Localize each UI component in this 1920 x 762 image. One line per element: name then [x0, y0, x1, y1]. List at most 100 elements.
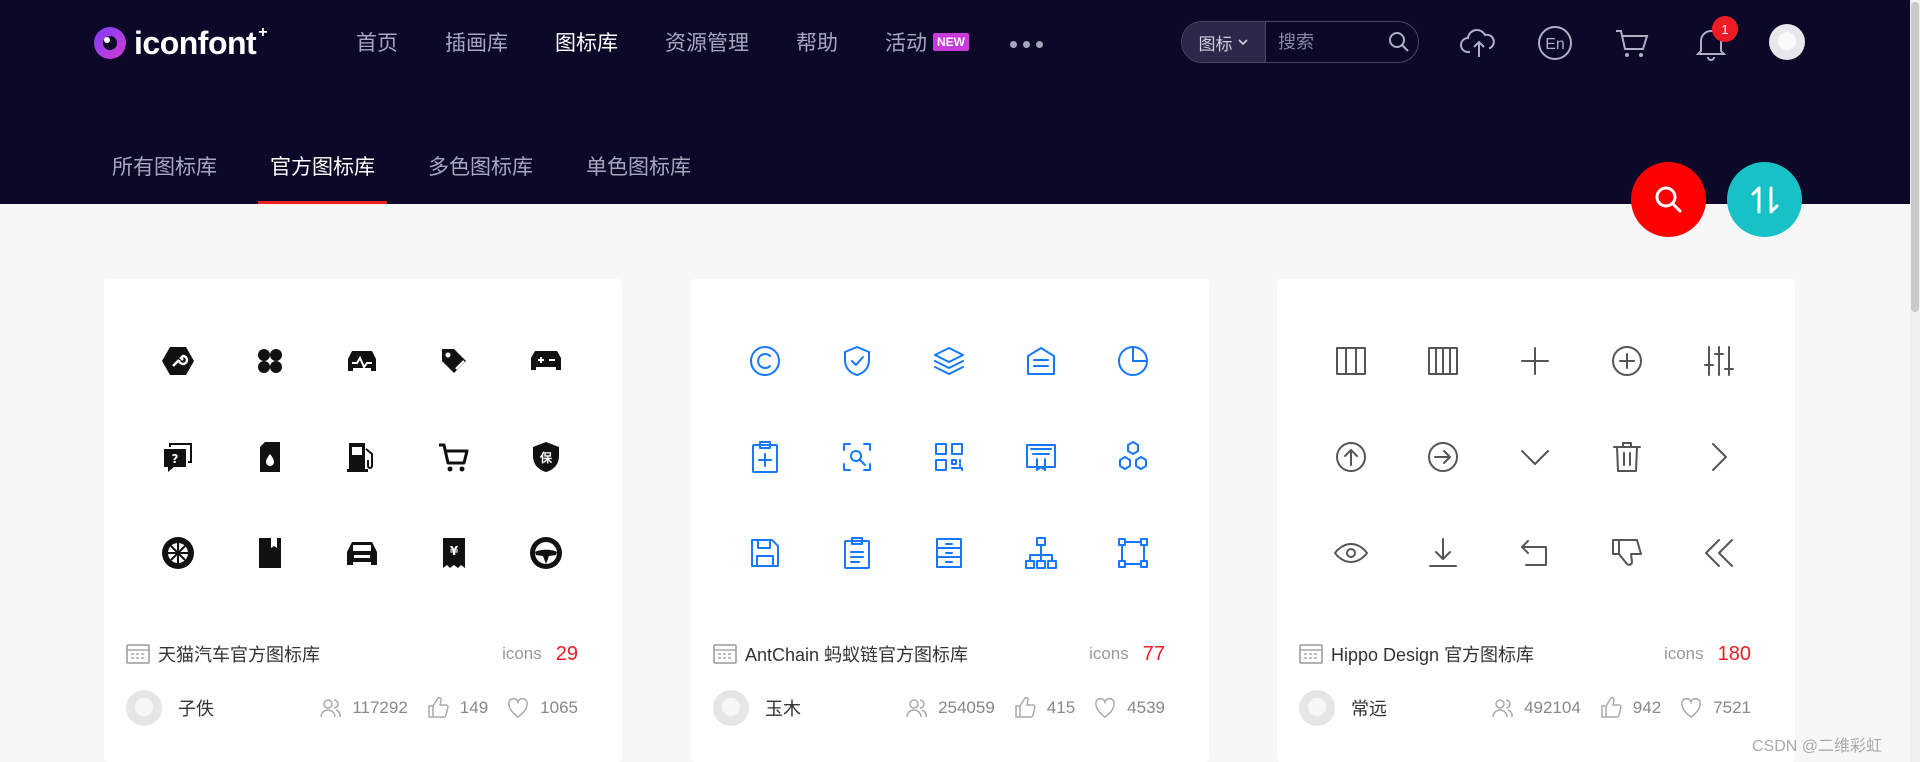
- tab-all-libraries[interactable]: 所有图标库: [112, 151, 217, 204]
- library-card[interactable]: ? 保 ¥ 天猫汽车官方图标库 icons 29 子佚 117292 149 106…: [104, 279, 622, 762]
- author-avatar[interactable]: [1299, 690, 1335, 726]
- nav-item-help[interactable]: 帮助: [796, 27, 838, 57]
- author-name[interactable]: 常远: [1351, 695, 1387, 721]
- upload-button[interactable]: [1458, 22, 1500, 64]
- brand-name: iconfont: [134, 24, 257, 61]
- icon-preview-cell[interactable]: [1489, 505, 1581, 601]
- icon-preview-cell[interactable]: [500, 505, 592, 601]
- plus-circle-icon: [1612, 346, 1642, 376]
- cart-button[interactable]: [1611, 22, 1653, 64]
- icon-preview-grid: [1305, 313, 1767, 601]
- icon-preview-cell[interactable]: [224, 505, 316, 601]
- icon-preview-cell[interactable]: [1397, 505, 1489, 601]
- library-tabs: 所有图标库 官方图标库 多色图标库 单色图标库: [112, 151, 744, 204]
- users-icon: [320, 699, 342, 718]
- author-name[interactable]: 子佚: [178, 695, 214, 721]
- icon-preview-cell[interactable]: [224, 313, 316, 409]
- icon-preview-cell[interactable]: [1489, 313, 1581, 409]
- author-name[interactable]: 玉木: [765, 695, 801, 721]
- icon-preview-cell[interactable]: [719, 409, 811, 505]
- favorites-stat[interactable]: 7521: [1679, 696, 1751, 720]
- icon-preview-cell[interactable]: [1087, 505, 1179, 601]
- icon-preview-cell[interactable]: [811, 505, 903, 601]
- nav-item-events[interactable]: 活动 NEW: [885, 27, 969, 57]
- icon-preview-cell[interactable]: [1673, 409, 1765, 505]
- likes-stat[interactable]: 149: [426, 696, 488, 720]
- chevrons-left-icon: [1705, 539, 1733, 567]
- library-title[interactable]: Hippo Design 官方图标库: [1331, 641, 1534, 667]
- hierarchy-icon: [1025, 537, 1057, 569]
- icon-preview-cell[interactable]: [1581, 313, 1673, 409]
- brand-logo[interactable]: iconfont +: [92, 24, 268, 62]
- likes-stat[interactable]: 942: [1599, 696, 1661, 720]
- icon-preview-cell[interactable]: ¥: [408, 505, 500, 601]
- icon-preview-cell[interactable]: [316, 505, 408, 601]
- icon-preview-cell[interactable]: [811, 409, 903, 505]
- icon-preview-cell[interactable]: [408, 313, 500, 409]
- icon-preview-cell[interactable]: [408, 409, 500, 505]
- library-card[interactable]: AntChain 蚂蚁链官方图标库 icons 77 玉木 254059 415…: [691, 279, 1209, 762]
- icon-preview-cell[interactable]: [1581, 505, 1673, 601]
- icon-preview-cell[interactable]: [719, 313, 811, 409]
- nav-item-icon-library[interactable]: 图标库: [555, 27, 618, 57]
- icon-preview-cell[interactable]: [719, 505, 811, 601]
- search-input[interactable]: [1266, 30, 1380, 54]
- icon-preview-cell[interactable]: [903, 313, 995, 409]
- likes-stat[interactable]: 415: [1013, 696, 1075, 720]
- icon-preview-cell[interactable]: ?: [132, 409, 224, 505]
- icon-preview-cell[interactable]: [1087, 313, 1179, 409]
- icon-preview-cell[interactable]: [1305, 409, 1397, 505]
- library-title[interactable]: 天猫汽车官方图标库: [158, 641, 320, 667]
- icon-preview-cell[interactable]: [132, 505, 224, 601]
- tab-monochrome-libraries[interactable]: 单色图标库: [586, 151, 691, 204]
- icons-label: icons: [1663, 644, 1704, 663]
- library-title[interactable]: AntChain 蚂蚁链官方图标库: [745, 641, 968, 667]
- views-stat: 117292: [318, 696, 408, 720]
- favorites-stat[interactable]: 1065: [506, 696, 578, 720]
- author-avatar[interactable]: [126, 690, 162, 726]
- tab-official-libraries[interactable]: 官方图标库: [258, 151, 387, 204]
- search-button[interactable]: [1380, 30, 1418, 54]
- icon-preview-cell[interactable]: [1489, 409, 1581, 505]
- icon-preview-cell[interactable]: [811, 313, 903, 409]
- floating-sort-button[interactable]: [1727, 162, 1802, 237]
- author-avatar[interactable]: [713, 690, 749, 726]
- icon-preview-cell[interactable]: 保: [500, 409, 592, 505]
- icon-preview-cell[interactable]: [316, 409, 408, 505]
- icon-preview-cell[interactable]: [132, 313, 224, 409]
- language-switch[interactable]: En: [1534, 22, 1576, 64]
- library-card[interactable]: Hippo Design 官方图标库 icons 180 常远 492104 9…: [1277, 279, 1795, 762]
- icon-preview-cell[interactable]: [995, 505, 1087, 601]
- icon-preview-cell[interactable]: [995, 313, 1087, 409]
- nav-item-resources[interactable]: 资源管理: [665, 27, 749, 57]
- user-avatar[interactable]: [1769, 24, 1805, 60]
- search-type-select[interactable]: 图标: [1182, 22, 1266, 62]
- scrollbar-thumb[interactable]: [1911, 2, 1919, 312]
- favorites-stat[interactable]: 4539: [1093, 696, 1165, 720]
- floating-search-button[interactable]: [1631, 162, 1706, 237]
- svg-text:En: En: [1545, 36, 1565, 53]
- icon-preview-cell[interactable]: [1305, 505, 1397, 601]
- more-menu-icon[interactable]: [1010, 40, 1043, 48]
- scrollbar[interactable]: [1910, 0, 1920, 762]
- icon-preview-cell[interactable]: [1397, 409, 1489, 505]
- icon-preview-cell[interactable]: [224, 409, 316, 505]
- shield-check-icon: [844, 346, 870, 376]
- icon-preview-cell[interactable]: [1087, 409, 1179, 505]
- icon-preview-cell[interactable]: [1673, 313, 1765, 409]
- icon-preview-cell[interactable]: [500, 313, 592, 409]
- icon-preview-cell[interactable]: [1305, 313, 1397, 409]
- icon-preview-cell[interactable]: [995, 409, 1087, 505]
- icon-preview-cell[interactable]: [1397, 313, 1489, 409]
- icon-preview-cell[interactable]: [1581, 409, 1673, 505]
- users-icon: [906, 699, 927, 718]
- nav-item-home[interactable]: 首页: [356, 27, 398, 57]
- icon-preview-cell[interactable]: [316, 313, 408, 409]
- tab-multicolor-libraries[interactable]: 多色图标库: [428, 151, 533, 204]
- clipboard-add-icon: [752, 441, 778, 473]
- shopping-cart-icon: [439, 443, 469, 472]
- icon-preview-cell[interactable]: [903, 505, 995, 601]
- icon-preview-cell[interactable]: [1673, 505, 1765, 601]
- icon-preview-cell[interactable]: [903, 409, 995, 505]
- nav-item-illustrations[interactable]: 插画库: [445, 27, 508, 57]
